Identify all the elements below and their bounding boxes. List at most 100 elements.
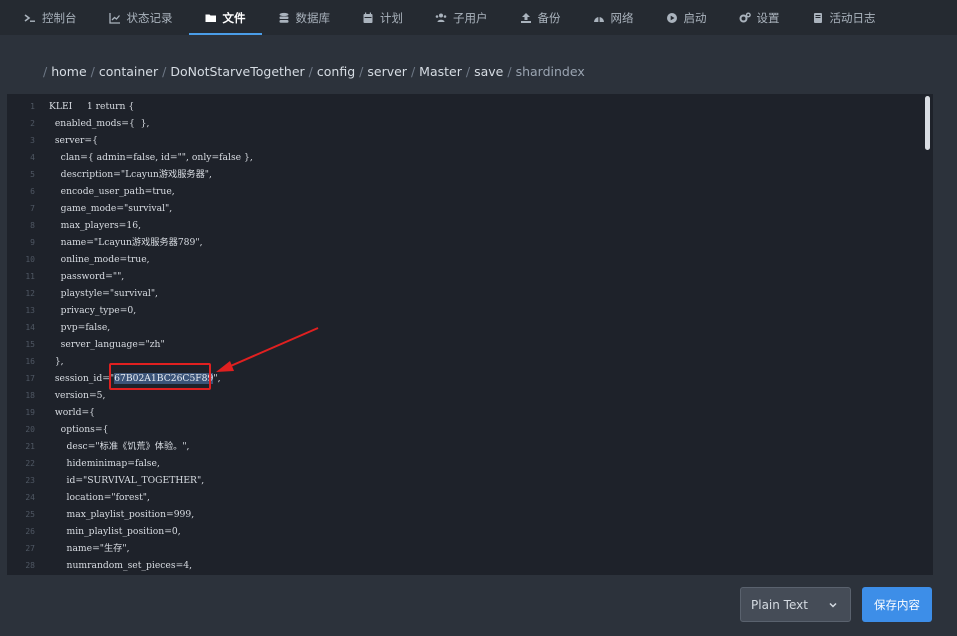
gutter-row: 1	[7, 98, 41, 115]
code-line[interactable]: clan={ admin=false, id="", only=false },	[49, 149, 913, 166]
code-line[interactable]: numrandom_set_pieces=4,	[49, 557, 913, 574]
gutter-row: 2	[7, 115, 41, 132]
code-line[interactable]: name="生存",	[49, 540, 913, 557]
gutter-row: 12	[7, 285, 41, 302]
code-line[interactable]: options={	[49, 421, 913, 438]
line-number: 24	[25, 493, 35, 502]
breadcrumb-master[interactable]: Master	[419, 64, 462, 79]
code-line[interactable]: server={	[49, 132, 913, 149]
code-line[interactable]: hideminimap=false,	[49, 455, 913, 472]
line-number: 12	[25, 289, 35, 298]
nav-item-label: 数据库	[295, 10, 331, 25]
nav-item-network[interactable]: 网络	[577, 0, 650, 35]
nav-item-files[interactable]: 文件	[188, 0, 262, 35]
gutter-row: 13	[7, 302, 41, 319]
breadcrumb-separator: /	[465, 64, 471, 79]
code-editor[interactable]: 1 2 3 4 5 6 7 8 9 10 11 12 13 14 15 16 17 18 19 20 21 22 23 24 2…	[7, 94, 933, 575]
line-number: 1	[30, 102, 35, 111]
nav-item-activity-log[interactable]: 活动日志	[796, 0, 892, 35]
nav-item-database[interactable]: 数据库	[262, 0, 347, 35]
nav-item-label: 子用户	[453, 10, 488, 25]
line-number: 13	[25, 306, 35, 315]
breadcrumb-container[interactable]: container	[99, 64, 158, 79]
line-number: 2	[30, 119, 35, 128]
code-line[interactable]: server_language="zh"	[49, 336, 913, 353]
breadcrumb-save[interactable]: save	[474, 64, 503, 79]
code-line[interactable]: session_id="67B02A1BC26C5F89",	[49, 370, 913, 387]
code-line[interactable]: privacy_type=0,	[49, 302, 913, 319]
line-number: 27	[25, 544, 35, 553]
code-line[interactable]: min_playlist_position=0,	[49, 523, 913, 540]
breadcrumb-server[interactable]: server	[367, 64, 407, 79]
nav-item-schedule[interactable]: 计划	[346, 0, 419, 35]
nav-item-label: 备份	[537, 10, 561, 25]
code-line[interactable]: playstyle="survival",	[49, 285, 913, 302]
calendar-icon	[362, 12, 374, 24]
code-content[interactable]: KLEI 1 return { enabled_mods={ }, server…	[49, 98, 913, 574]
code-line[interactable]: world={	[49, 404, 913, 421]
line-number: 28	[25, 561, 35, 570]
folder-icon	[205, 12, 217, 24]
code-line[interactable]: },	[49, 353, 913, 370]
line-number: 14	[25, 323, 35, 332]
save-content-button[interactable]: 保存内容	[862, 587, 932, 622]
editor-scrollbar[interactable]	[925, 96, 930, 150]
nav-item-label: 控制台	[42, 10, 77, 25]
gutter-row: 6	[7, 183, 41, 200]
nav-item-settings[interactable]: 设置	[723, 0, 796, 35]
language-select-value: Plain Text	[751, 597, 808, 612]
gutter-row: 14	[7, 319, 41, 336]
code-line[interactable]: online_mode=true,	[49, 251, 913, 268]
line-number: 10	[25, 255, 35, 264]
code-line[interactable]: password="",	[49, 268, 913, 285]
breadcrumb-separator: /	[507, 64, 512, 79]
gears-icon	[739, 12, 751, 24]
gutter-row: 27	[7, 540, 41, 557]
gutter-row: 17	[7, 370, 41, 387]
code-line[interactable]: version=5,	[49, 387, 913, 404]
line-number: 4	[30, 153, 35, 162]
nav-item-label: 计划	[380, 10, 403, 25]
breadcrumb-dst[interactable]: DoNotStarveTogether	[170, 64, 304, 79]
chevron-down-icon	[829, 602, 837, 608]
code-line[interactable]: KLEI 1 return {	[49, 98, 913, 115]
upload-icon	[520, 12, 532, 24]
gutter-row: 5	[7, 166, 41, 183]
code-line[interactable]: id="SURVIVAL_TOGETHER",	[49, 472, 913, 489]
gutter-row: 15	[7, 336, 41, 353]
selected-text[interactable]: 67B02A1BC26C5F89	[114, 373, 214, 384]
nav-item-subusers[interactable]: 子用户	[419, 0, 504, 35]
code-line[interactable]: game_mode="survival",	[49, 200, 913, 217]
code-line[interactable]: encode_user_path=true,	[49, 183, 913, 200]
line-number: 5	[30, 170, 35, 179]
code-line[interactable]: pvp=false,	[49, 319, 913, 336]
breadcrumb-separator: /	[359, 64, 364, 79]
line-number: 17	[25, 374, 35, 383]
language-select[interactable]: Plain Text	[740, 587, 851, 622]
gutter-row: 8	[7, 217, 41, 234]
code-line[interactable]: max_playlist_position=999,	[49, 506, 913, 523]
breadcrumb-home[interactable]: home	[51, 64, 86, 79]
line-number: 21	[25, 442, 35, 451]
nav-item-label: 文件	[222, 10, 246, 25]
nav-item-console[interactable]: 控制台	[8, 0, 93, 35]
code-line[interactable]: description="Lcayun游戏服务器",	[49, 166, 913, 183]
database-icon	[278, 12, 290, 24]
nav-item-backup[interactable]: 备份	[504, 0, 577, 35]
breadcrumb-config[interactable]: config	[317, 64, 355, 79]
code-line[interactable]: max_players=16,	[49, 217, 913, 234]
gutter-row: 10	[7, 251, 41, 268]
line-number: 23	[25, 476, 35, 485]
code-line[interactable]: desc="标准《饥荒》体验。",	[49, 438, 913, 455]
nav-item-startup[interactable]: 启动	[650, 0, 723, 35]
breadcrumb: / home / container / DoNotStarveTogether…	[43, 64, 585, 79]
nav-item-status[interactable]: 状态记录	[93, 0, 189, 35]
breadcrumb-separator: /	[162, 64, 167, 79]
breadcrumb-separator: /	[43, 64, 48, 79]
nav-item-label: 启动	[683, 10, 707, 25]
code-line[interactable]: name="Lcayun游戏服务器789",	[49, 234, 913, 251]
code-line[interactable]: enabled_mods={ },	[49, 115, 913, 132]
book-icon	[812, 12, 824, 24]
line-number: 16	[25, 357, 35, 366]
code-line[interactable]: location="forest",	[49, 489, 913, 506]
